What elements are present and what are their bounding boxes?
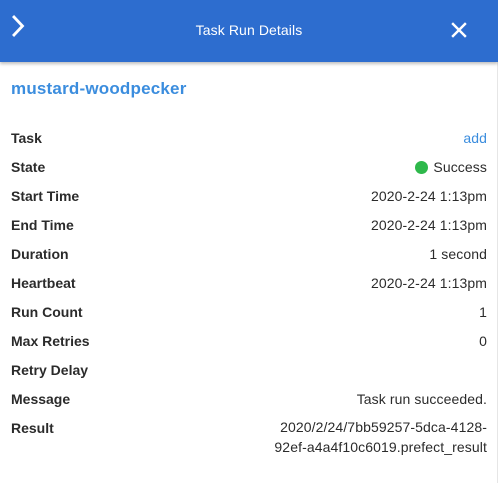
detail-label: Duration (11, 246, 69, 262)
run-count-value: 1 (479, 304, 487, 320)
detail-row-message: Message Task run succeeded. (11, 388, 487, 417)
end-time-value: 2020-2-24 1:13pm (370, 217, 487, 233)
detail-label: Message (11, 391, 71, 407)
task-run-name-link[interactable]: mustard-woodpecker (11, 79, 187, 99)
detail-label: Max Retries (11, 333, 90, 349)
state-text: Success (433, 159, 487, 175)
detail-label: Run Count (11, 304, 83, 320)
details-list: Task add State Success Start Time 2020-2… (11, 127, 487, 467)
start-time-value: 2020-2-24 1:13pm (370, 188, 487, 204)
duration-value: 1 second (429, 246, 487, 262)
panel-title: Task Run Details (195, 22, 303, 38)
detail-row-retry-delay: Retry Delay (11, 359, 487, 388)
task-link[interactable]: add (463, 130, 487, 146)
detail-row-start-time: Start Time 2020-2-24 1:13pm (11, 185, 487, 214)
detail-label: Heartbeat (11, 275, 76, 291)
result-line-2: 92ef-a4a4f10c6019.prefect_result (274, 439, 487, 455)
heartbeat-value: 2020-2-24 1:13pm (370, 275, 487, 291)
detail-label: End Time (11, 217, 74, 233)
state-value: Success (415, 159, 487, 175)
task-run-details-panel: Task Run Details mustard-woodpecker Task… (0, 0, 498, 483)
detail-row-duration: Duration 1 second (11, 243, 487, 272)
message-value: Task run succeeded. (356, 391, 487, 407)
detail-label: Retry Delay (11, 362, 89, 378)
detail-label: Task (11, 130, 42, 146)
status-dot-icon (415, 160, 429, 174)
panel-header: Task Run Details (0, 0, 498, 62)
detail-label: State (11, 159, 46, 175)
close-icon[interactable] (448, 19, 470, 41)
detail-label: Start Time (11, 188, 80, 204)
result-value: 2020/2/24/7bb59257-5dca-4128- 92ef-a4a4f… (274, 417, 487, 457)
detail-label: Result (11, 420, 54, 436)
detail-row-end-time: End Time 2020-2-24 1:13pm (11, 214, 487, 243)
detail-row-task: Task add (11, 127, 487, 156)
detail-row-max-retries: Max Retries 0 (11, 330, 487, 359)
detail-row-result: Result 2020/2/24/7bb59257-5dca-4128- 92e… (11, 417, 487, 467)
detail-row-state: State Success (11, 156, 487, 185)
detail-row-heartbeat: Heartbeat 2020-2-24 1:13pm (11, 272, 487, 301)
detail-row-run-count: Run Count 1 (11, 301, 487, 330)
result-line-1: 2020/2/24/7bb59257-5dca-4128- (280, 419, 487, 435)
max-retries-value: 0 (479, 333, 487, 349)
